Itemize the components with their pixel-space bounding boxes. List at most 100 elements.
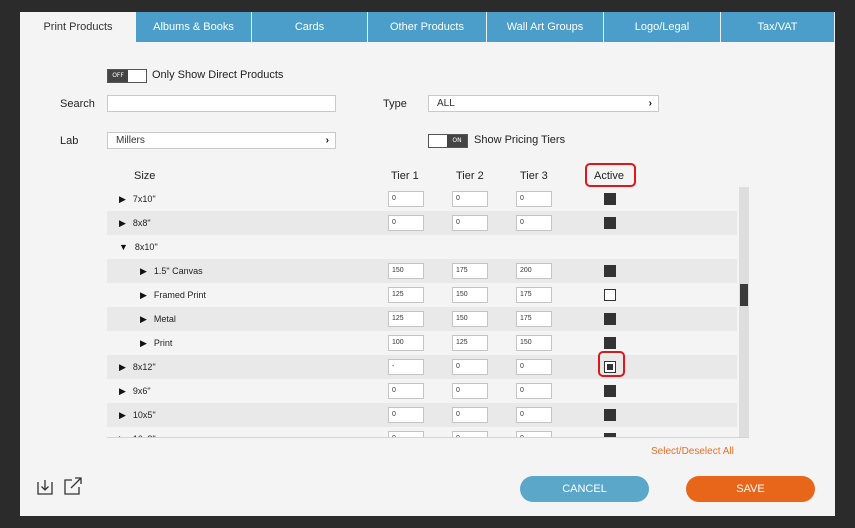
- import-icon[interactable]: [36, 478, 54, 501]
- row-label[interactable]: ▶ 10x8": [119, 427, 156, 437]
- tab-logo-legal[interactable]: Logo/Legal: [604, 12, 721, 42]
- tier-1-input[interactable]: -: [388, 359, 424, 375]
- triangle-right-icon[interactable]: ▶: [119, 379, 126, 403]
- active-checkbox[interactable]: [604, 385, 616, 397]
- row-label[interactable]: ▶ Framed Print: [140, 283, 206, 307]
- active-checkbox[interactable]: [604, 433, 616, 437]
- active-checkbox[interactable]: [604, 313, 616, 325]
- row-label[interactable]: ▶ 10x5": [119, 403, 156, 427]
- tier-3-input[interactable]: 0: [516, 359, 552, 375]
- triangle-right-icon[interactable]: ▶: [140, 307, 147, 331]
- row-label[interactable]: ▶ 8x12": [119, 355, 156, 379]
- row-name: 10x8": [133, 434, 156, 437]
- triangle-right-icon[interactable]: ▶: [140, 331, 147, 355]
- row-label[interactable]: ▶ 9x6": [119, 379, 151, 403]
- triangle-right-icon[interactable]: ▶: [119, 187, 126, 211]
- active-checkbox[interactable]: [604, 337, 616, 349]
- tier-3-input[interactable]: 150: [516, 335, 552, 351]
- tier-2-input[interactable]: 0: [452, 407, 488, 423]
- type-select[interactable]: ALL ›: [428, 95, 659, 112]
- tier-1-input[interactable]: 125: [388, 311, 424, 327]
- tier-1-input[interactable]: 0: [388, 431, 424, 437]
- row-label[interactable]: ▶ Print: [140, 331, 172, 355]
- active-checkbox[interactable]: [604, 289, 616, 301]
- table-row[interactable]: ▶ Framed Print 125 150 175: [107, 283, 737, 307]
- tier-3-input[interactable]: 0: [516, 431, 552, 437]
- tier-2-input[interactable]: 125: [452, 335, 488, 351]
- select-deselect-all-link[interactable]: Select/Deselect All: [651, 446, 734, 457]
- table-scrollbar[interactable]: [739, 187, 749, 437]
- tier-3-input[interactable]: 175: [516, 287, 552, 303]
- triangle-right-icon[interactable]: ▶: [119, 427, 126, 437]
- tier-1-input[interactable]: 0: [388, 407, 424, 423]
- tier-3-input[interactable]: 175: [516, 311, 552, 327]
- tier-1-input[interactable]: 100: [388, 335, 424, 351]
- tier-1-input[interactable]: 0: [388, 215, 424, 231]
- row-name: 8x12": [132, 362, 156, 372]
- table-row[interactable]: ▶ 10x5" 0 0 0: [107, 403, 737, 427]
- pricing-dialog: Print Products Albums & Books Cards Other P…: [20, 12, 835, 516]
- table-row[interactable]: ▶ 1.5" Canvas 150 175 200: [107, 259, 737, 283]
- row-label[interactable]: ▼ 8x10": [119, 235, 158, 259]
- table-row[interactable]: ▶ 8x12" - 0 0: [107, 355, 737, 379]
- tier-3-input[interactable]: 200: [516, 263, 552, 279]
- active-checkbox[interactable]: [604, 265, 616, 277]
- row-label[interactable]: ▶ 8x8": [119, 211, 151, 235]
- triangle-right-icon[interactable]: ▶: [140, 283, 147, 307]
- tier-2-input[interactable]: 150: [452, 287, 488, 303]
- save-button[interactable]: SAVE: [686, 476, 815, 502]
- header-tier2: Tier 2: [456, 170, 484, 182]
- scrollbar-thumb[interactable]: [740, 284, 748, 306]
- active-checkbox[interactable]: [604, 193, 616, 205]
- tier-2-input[interactable]: 150: [452, 311, 488, 327]
- table-row[interactable]: ▶ Print 100 125 150: [107, 331, 737, 355]
- triangle-right-icon[interactable]: ▶: [140, 259, 147, 283]
- tier-2-input[interactable]: 0: [452, 359, 488, 375]
- toggle-state-label: OFF: [108, 70, 128, 82]
- tab-cards[interactable]: Cards: [252, 12, 368, 42]
- tab-other-products[interactable]: Other Products: [368, 12, 487, 42]
- tier-3-input[interactable]: 0: [516, 383, 552, 399]
- search-input[interactable]: [107, 95, 336, 112]
- table-row[interactable]: ▶ 10x8" 0 0 0: [107, 427, 737, 437]
- tier-1-input[interactable]: 150: [388, 263, 424, 279]
- tier-1-input[interactable]: 0: [388, 383, 424, 399]
- triangle-right-icon[interactable]: ▶: [119, 211, 126, 235]
- tier-2-input[interactable]: 175: [452, 263, 488, 279]
- table-row[interactable]: ▶ 9x6" 0 0 0: [107, 379, 737, 403]
- tab-wall-art-groups[interactable]: Wall Art Groups: [487, 12, 604, 42]
- row-label[interactable]: ▶ 7x10": [119, 187, 156, 211]
- lab-select[interactable]: Millers ›: [107, 132, 336, 149]
- tier-1-input[interactable]: 125: [388, 287, 424, 303]
- triangle-right-icon[interactable]: ▶: [119, 403, 126, 427]
- cancel-button[interactable]: CANCEL: [520, 476, 649, 502]
- table-row[interactable]: ▶ 8x8" 0 0 0: [107, 211, 737, 235]
- active-checkbox[interactable]: [604, 217, 616, 229]
- tier-3-input[interactable]: 0: [516, 407, 552, 423]
- header-size: Size: [134, 170, 156, 182]
- tier-2-input[interactable]: 0: [452, 215, 488, 231]
- triangle-down-icon[interactable]: ▼: [119, 235, 128, 259]
- row-name: Metal: [153, 314, 176, 324]
- direct-products-toggle[interactable]: OFF: [107, 69, 147, 83]
- row-label[interactable]: ▶ 1.5" Canvas: [140, 259, 203, 283]
- tier-2-input[interactable]: 0: [452, 191, 488, 207]
- table-row[interactable]: ▼ 8x10": [107, 235, 737, 259]
- row-name: 8x10": [134, 242, 158, 252]
- row-name: Framed Print: [153, 290, 206, 300]
- tier-3-input[interactable]: 0: [516, 215, 552, 231]
- tier-2-input[interactable]: 0: [452, 383, 488, 399]
- table-row[interactable]: ▶ Metal 125 150 175: [107, 307, 737, 331]
- triangle-right-icon[interactable]: ▶: [119, 355, 126, 379]
- tab-tax-vat[interactable]: Tax/VAT: [721, 12, 835, 42]
- tier-1-input[interactable]: 0: [388, 191, 424, 207]
- active-checkbox[interactable]: [604, 409, 616, 421]
- row-label[interactable]: ▶ Metal: [140, 307, 176, 331]
- tier-3-input[interactable]: 0: [516, 191, 552, 207]
- export-icon[interactable]: [63, 476, 83, 501]
- tier-2-input[interactable]: 0: [452, 431, 488, 437]
- table-row[interactable]: ▶ 7x10" 0 0 0: [107, 187, 737, 211]
- tab-albums-books[interactable]: Albums & Books: [136, 12, 252, 42]
- tab-print-products[interactable]: Print Products: [20, 12, 136, 42]
- pricing-tiers-toggle[interactable]: ON: [428, 134, 468, 148]
